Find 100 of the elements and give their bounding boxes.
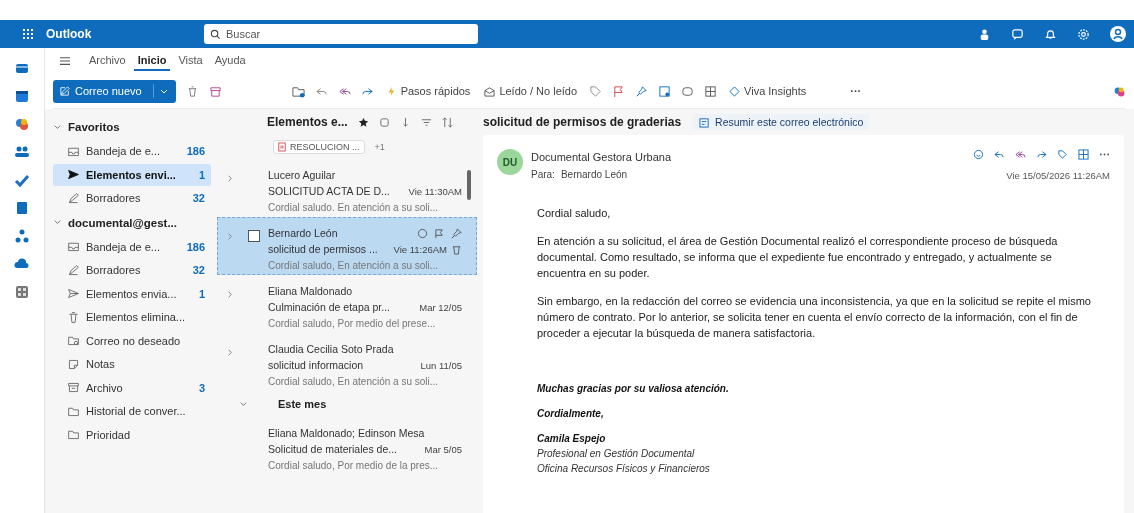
tag-icon[interactable] xyxy=(1057,149,1068,160)
folder-item[interactable]: Borradores 32 xyxy=(53,187,211,210)
checkmark-icon[interactable] xyxy=(14,172,30,188)
folder-item[interactable]: Elementos envi... 1 xyxy=(53,163,211,186)
attachment-chip[interactable]: RESOLUCION ... xyxy=(273,140,365,154)
compose-icon xyxy=(60,86,70,96)
archive-icon[interactable] xyxy=(208,84,222,98)
folder-item[interactable]: Elementos elimina... xyxy=(53,306,211,329)
message-date: Vie 11:30AM xyxy=(408,185,462,197)
chevron-down-icon[interactable] xyxy=(53,218,62,227)
signature-title: Profesional en Gestión Documental xyxy=(537,447,696,461)
folder-item[interactable]: Bandeja de e... 186 xyxy=(53,235,211,258)
sender-avatar: DU xyxy=(497,149,523,175)
diamond-icon xyxy=(729,85,741,97)
pencil-icon xyxy=(67,191,80,205)
folder-item[interactable]: Bandeja de e... 186 xyxy=(53,140,211,163)
group-header: Este mes xyxy=(278,398,327,410)
chat-icon[interactable] xyxy=(1011,27,1024,41)
folder-item[interactable]: Borradores 32 xyxy=(53,259,211,282)
bell-icon[interactable] xyxy=(1044,27,1057,41)
sort-icon[interactable] xyxy=(441,116,453,128)
ribbon-tab[interactable]: Archivo xyxy=(85,51,130,71)
message-date: Vie 11:26AM xyxy=(393,243,447,255)
note-icon xyxy=(67,357,80,371)
message-preview: Cordial saludo. En atención a su soli... xyxy=(268,201,439,213)
message-item[interactable]: Claudia Cecilia Soto Prada solicitud informacion Lun 11/05 Cordial saludo, En atención a su soli... xyxy=(217,333,477,391)
chevron-down-icon[interactable] xyxy=(53,122,62,132)
flag-icon[interactable] xyxy=(612,84,626,98)
org-chart-icon[interactable] xyxy=(14,228,30,244)
people-icon[interactable] xyxy=(14,144,30,160)
new-mail-button[interactable]: Correo nuevo xyxy=(53,79,176,103)
flag-icon[interactable] xyxy=(434,227,445,239)
settings-icon[interactable] xyxy=(1077,27,1090,41)
greeting: Cordial saludo, xyxy=(537,206,612,221)
checkbox[interactable] xyxy=(248,230,260,242)
move-folder-icon[interactable] xyxy=(291,84,305,98)
grid-icon[interactable] xyxy=(1078,149,1089,160)
message-preview: Cordial saludo, Por medio de la pres... xyxy=(268,459,439,471)
folder-item[interactable]: Prioridad xyxy=(53,423,211,446)
inbox-icon xyxy=(67,240,80,254)
folder-item[interactable]: Historial de conver... xyxy=(53,400,211,423)
message-subject: solicitud de permisos ... xyxy=(268,243,379,255)
closing-line: Cordialmente, xyxy=(537,407,605,421)
viva-insights-button[interactable]: Viva Insights xyxy=(727,83,809,99)
sender-name: Bernardo León xyxy=(268,227,339,239)
message-subject: solicitud informacion xyxy=(268,359,365,371)
folder-title: Elementos e... xyxy=(267,115,348,129)
folder-group-title[interactable]: documental@gest... xyxy=(68,216,177,229)
summarize-button[interactable]: Resumir este correo electrónico xyxy=(693,114,870,130)
message-item[interactable]: Eliana Maldonado Culminación de etapa pr... Mar 12/05 Cordial saludo, Por medio del prese... xyxy=(217,275,477,333)
forward-icon[interactable] xyxy=(1036,149,1047,160)
search-field[interactable]: Buscar xyxy=(204,24,478,44)
message-item[interactable]: Lucero Aguilar SOLICITUD ACTA DE D... Vie 11:30AM Cordial saludo. En atención a su soli... xyxy=(217,159,477,217)
attachment-count: +1 xyxy=(374,142,385,152)
folder-icon xyxy=(67,334,80,348)
chevron-down-icon[interactable] xyxy=(239,399,248,409)
folder-group-title[interactable]: Favoritos xyxy=(68,121,120,133)
message-subject: Culminación de etapa pr... xyxy=(268,301,391,313)
message-subject: SOLICITUD ACTA DE D... xyxy=(268,185,391,197)
more-button[interactable]: ··· xyxy=(848,83,864,99)
ribbon-tab[interactable]: Inicio xyxy=(133,51,171,71)
scrollbar-thumb[interactable] xyxy=(467,170,471,200)
document-icon xyxy=(278,142,286,152)
signature-name: Camila Espejo xyxy=(537,432,607,446)
pencil-icon xyxy=(67,263,80,277)
folder-icon xyxy=(67,428,80,442)
message-date: Mar 12/05 xyxy=(419,301,462,313)
delete-icon[interactable] xyxy=(451,243,462,255)
read-unread-button[interactable]: Leído / No leído xyxy=(482,83,580,99)
grid-icon[interactable] xyxy=(704,84,718,98)
apps-icon[interactable] xyxy=(14,284,30,300)
pin-icon[interactable] xyxy=(451,227,462,239)
message-item[interactable]: Eliana Maldonado; Edinson Mesa Solicitud de materiales de... Mar 5/05 Cordial saludo, Por medio de la pres... xyxy=(217,417,477,475)
message-item[interactable]: Bernardo León solicitud de permisos ... Vie 11:26AM Cordial saludo, En atención a su soli... xyxy=(217,217,477,275)
reply-icon[interactable] xyxy=(994,149,1005,160)
reply-all-icon[interactable] xyxy=(1015,149,1026,160)
recipient-name[interactable]: Bernardo León xyxy=(560,169,628,180)
calendar-icon[interactable] xyxy=(14,88,30,104)
filter-icon[interactable] xyxy=(420,116,432,128)
message-preview: Cordial saludo, En atención a su soli... xyxy=(268,375,439,387)
email-subject: solicitud de permisos de graderias xyxy=(483,115,682,129)
sender-name: Claudia Cecilia Soto Prada xyxy=(268,343,395,355)
to-label: Para: xyxy=(531,169,555,180)
folder-item[interactable]: Elementos envia... 1 xyxy=(53,282,211,305)
summary-icon xyxy=(699,116,711,128)
search-icon xyxy=(210,29,221,40)
avatar-icon[interactable] xyxy=(1110,26,1126,42)
folder-item[interactable]: Notas xyxy=(53,353,211,376)
app-launcher-icon[interactable] xyxy=(22,28,34,40)
ribbon-tab[interactable]: Ayuda xyxy=(210,51,250,71)
message-subject: Solicitud de materiales de... xyxy=(268,443,398,455)
folder-item[interactable]: Archivo 3 xyxy=(53,376,211,399)
menu-icon[interactable] xyxy=(59,56,71,66)
quick-steps-button[interactable]: Pasos rápidos xyxy=(383,83,473,99)
signature-office: Oficina Recursos Físicos y Financieros xyxy=(537,462,711,476)
envelope-icon xyxy=(484,85,496,97)
pin-icon[interactable] xyxy=(635,84,649,98)
star-icon[interactable] xyxy=(357,116,369,128)
folder-item[interactable]: Correo no deseado xyxy=(53,329,211,352)
ribbon-tab[interactable]: Vista xyxy=(174,51,207,71)
